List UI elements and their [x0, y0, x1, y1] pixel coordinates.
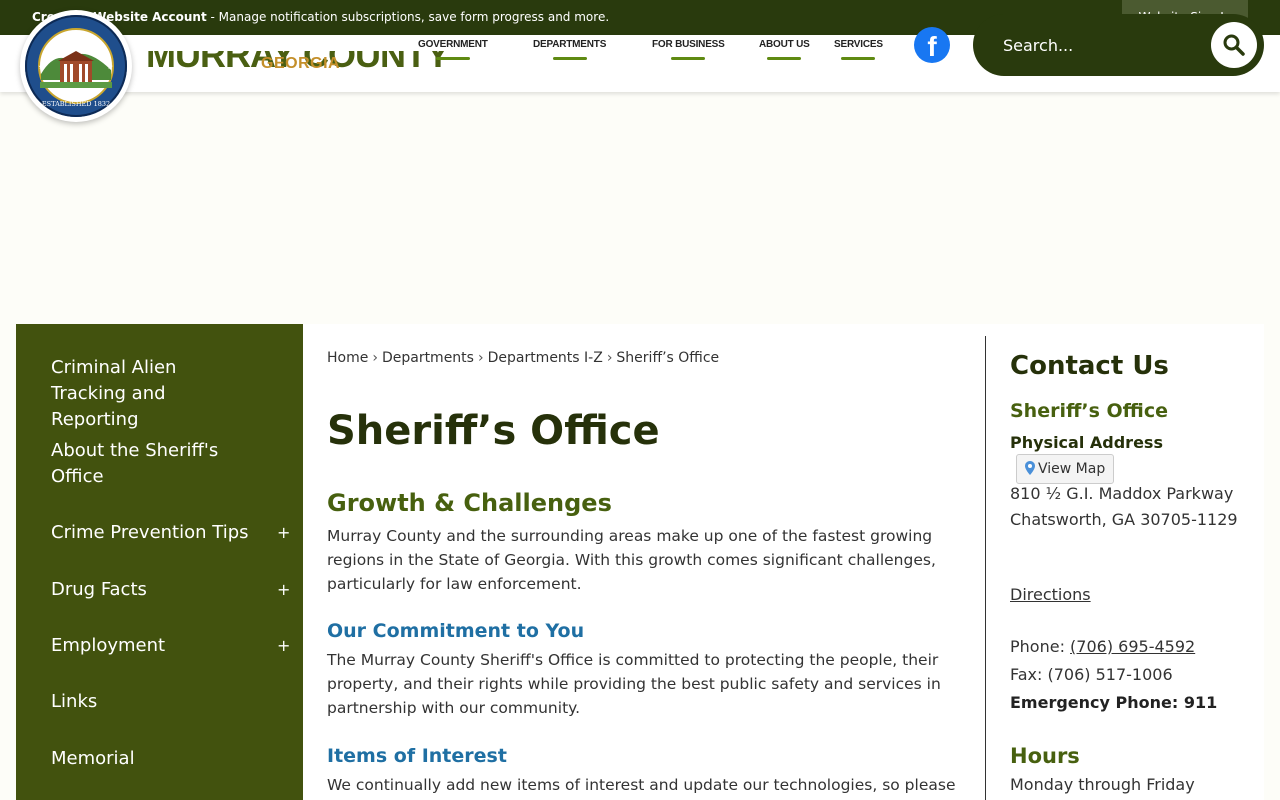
section-heading-items-of-interest: Items of Interest — [327, 745, 507, 767]
address-line-2: Chatsworth, GA 30705-1129 — [1010, 510, 1238, 529]
sidebar-item-label: Links — [51, 691, 98, 712]
sidebar-item-drug-facts[interactable]: Drug Facts + — [51, 577, 291, 603]
seal-text: ESTABLISHED 1832 — [42, 100, 110, 108]
nav-underline — [841, 57, 876, 60]
search-box — [973, 14, 1264, 76]
breadcrumb-home[interactable]: Home — [327, 350, 368, 366]
nav-about-us[interactable]: ABOUT US — [759, 39, 810, 60]
breadcrumb-separator: › — [372, 350, 378, 366]
sidebar-item-memorial[interactable]: Memorial — [51, 746, 291, 772]
nav-about-us-label: ABOUT US — [759, 39, 810, 50]
section-body-items-of-interest: We continually add new items of interest… — [327, 776, 956, 794]
sidebar-item-label: Memorial — [51, 748, 135, 769]
search-icon — [1223, 34, 1245, 56]
section-heading-commitment: Our Commitment to You — [327, 620, 585, 642]
breadcrumb-departments[interactable]: Departments — [382, 350, 474, 366]
logo-subtitle[interactable]: GEORGIA — [261, 55, 340, 73]
fax-line: Fax: (706) 517-1006 — [1010, 665, 1173, 684]
breadcrumb: Home › Departments › Departments I-Z › Sheriff… — [327, 350, 719, 366]
content-divider — [985, 336, 986, 800]
main-content: Home › Departments › Departments I-Z › Sheriff… — [303, 324, 1264, 800]
nav-government-label: GOVERNMENT — [418, 39, 488, 50]
sidebar-item-label: Employment — [51, 635, 166, 656]
contact-title: Contact Us — [1010, 351, 1169, 381]
emergency-phone: Emergency Phone: 911 — [1010, 693, 1218, 712]
directions-link[interactable]: Directions — [1010, 585, 1091, 604]
site-header: MURRAY COUNTY GEORGIA GOVERNMENT DEPARTM… — [0, 14, 1280, 92]
nav-for-business-label: FOR BUSINESS — [652, 39, 725, 50]
sidebar-item-label: Crime Prevention Tips — [51, 522, 249, 543]
nav-departments[interactable]: DEPARTMENTS — [533, 39, 606, 60]
nav-services-label: SERVICES — [834, 39, 883, 50]
nav-government[interactable]: GOVERNMENT — [418, 39, 488, 60]
nav-services[interactable]: SERVICES — [834, 39, 883, 60]
nav-underline — [552, 57, 587, 60]
svg-text:★: ★ — [38, 63, 44, 71]
facebook-icon[interactable]: f — [914, 27, 950, 63]
sidebar-item-employment[interactable]: Employment + — [51, 633, 291, 659]
phone-line: Phone: (706) 695-4592 — [1010, 637, 1195, 656]
contact-department-link[interactable]: Sheriff’s Office — [1010, 400, 1168, 422]
account-message-text: - Manage notification subscriptions, sav… — [206, 10, 610, 24]
plus-icon[interactable]: + — [277, 633, 290, 659]
sidebar-item-criminal-alien-tracking[interactable]: Criminal Alien Tracking and Reporting — [51, 355, 291, 433]
sidebar-item-label: About the Sheriff's Office — [51, 440, 219, 487]
breadcrumb-separator: › — [477, 350, 484, 366]
map-pin-icon — [1025, 461, 1035, 475]
sidebar-item-label: Drug Facts — [51, 579, 147, 600]
phone-link[interactable]: (706) 695-4592 — [1070, 637, 1195, 656]
breadcrumb-current[interactable]: Sheriff’s Office — [616, 350, 719, 366]
breadcrumb-separator: › — [606, 350, 613, 366]
address-line-1: 810 ½ G.I. Maddox Parkway — [1010, 484, 1234, 503]
seal-graphic: ESTABLISHED 1832 ★ ★ — [25, 15, 127, 117]
plus-icon[interactable]: + — [277, 577, 290, 603]
sidebar-item-links[interactable]: Links — [51, 689, 291, 715]
plus-icon[interactable]: + — [277, 520, 290, 546]
section-heading-growth: Growth & Challenges — [327, 489, 612, 517]
phone-label: Phone: — [1010, 637, 1071, 656]
seal-logo[interactable]: ESTABLISHED 1832 ★ ★ — [20, 10, 132, 122]
nav-underline — [671, 57, 706, 60]
page-title: Sheriff’s Office — [327, 408, 660, 454]
view-map-button[interactable]: View Map — [1016, 454, 1115, 484]
physical-address-label: Physical Address — [1010, 433, 1163, 452]
sidebar-nav: Criminal Alien Tracking and Reporting Ab… — [16, 324, 303, 800]
view-map-label: View Map — [1038, 461, 1106, 477]
search-input[interactable] — [1003, 32, 1183, 58]
sidebar-item-about-sheriffs-office[interactable]: About the Sheriff's Office — [51, 438, 291, 490]
nav-departments-label: DEPARTMENTS — [533, 39, 607, 50]
section-body-commitment: The Murray County Sheriff's Office is co… — [327, 651, 941, 717]
hours-line: Monday through Friday — [1010, 775, 1195, 794]
section-body-growth: Murray County and the surrounding areas … — [327, 527, 936, 593]
breadcrumb-departments-i-z[interactable]: Departments I-Z — [488, 350, 603, 366]
svg-text:★: ★ — [107, 63, 113, 71]
sidebar-item-label: Criminal Alien Tracking and Reporting — [51, 357, 177, 430]
nav-underline — [767, 57, 802, 60]
nav-underline — [435, 57, 470, 60]
search-button[interactable] — [1211, 22, 1257, 68]
sidebar-item-crime-prevention-tips[interactable]: Crime Prevention Tips + — [51, 520, 291, 546]
nav-for-business[interactable]: FOR BUSINESS — [652, 39, 725, 60]
hours-heading: Hours — [1010, 744, 1080, 768]
